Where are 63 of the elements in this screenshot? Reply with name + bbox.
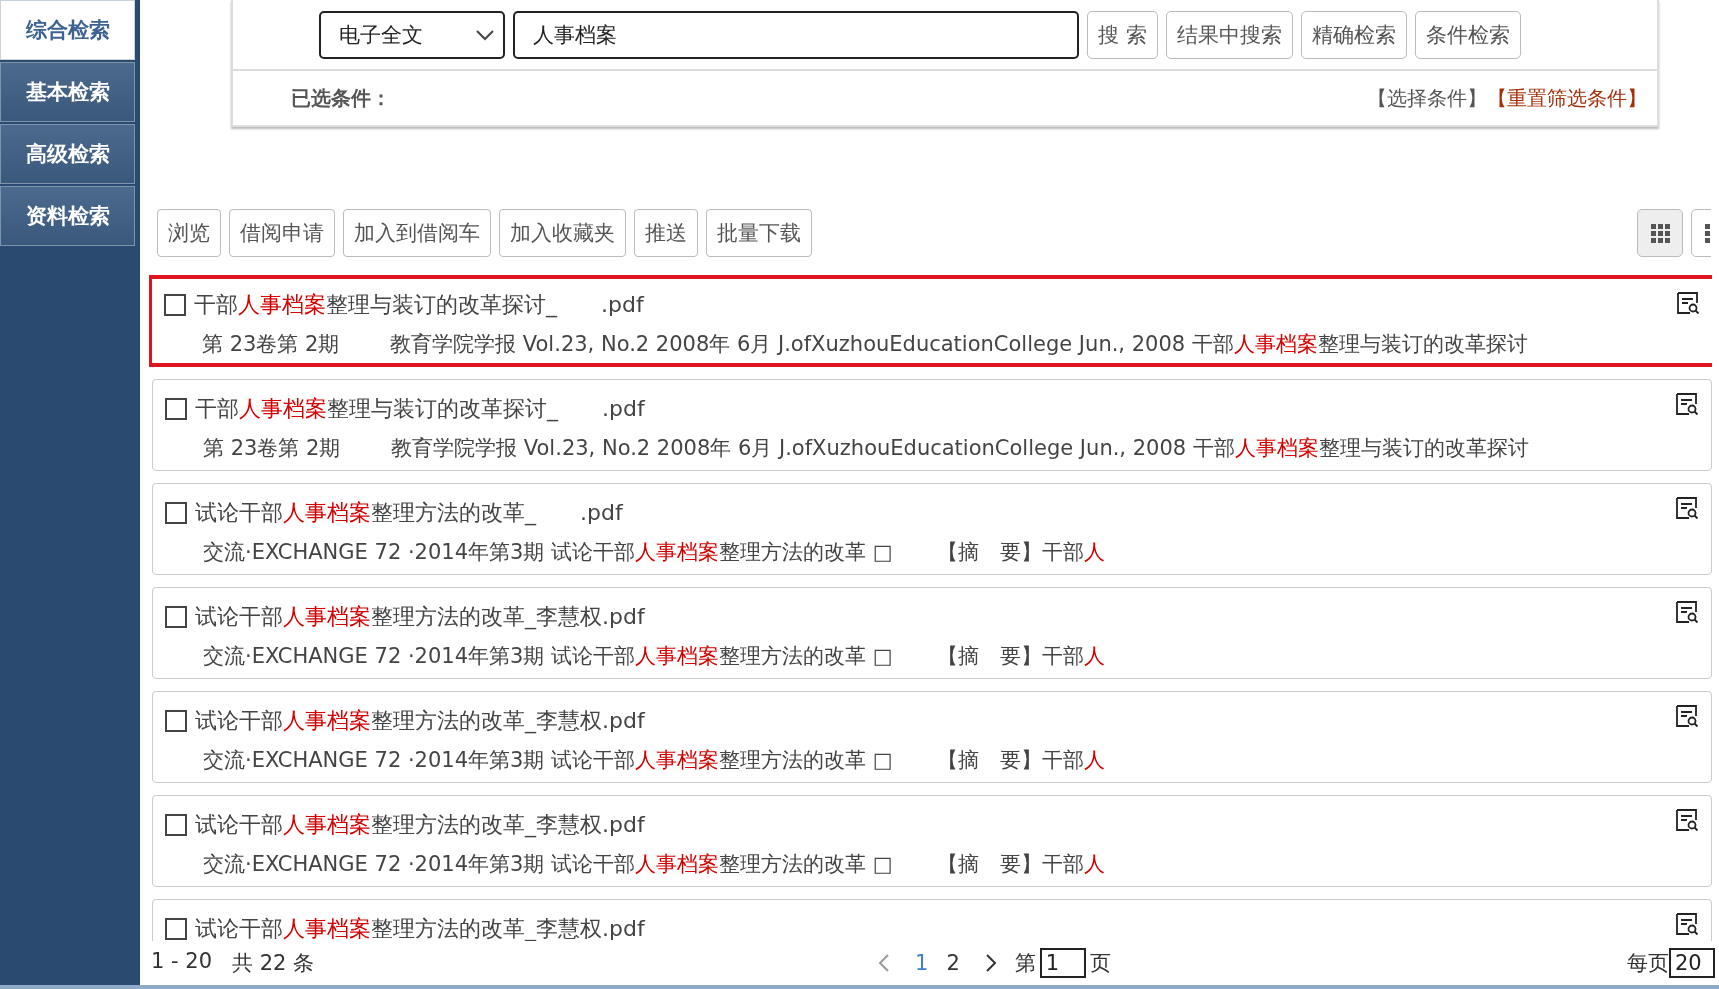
result-title[interactable]: 试论干部人事档案整理方法的改革_李慧权.pdf [195,810,645,840]
checkbox[interactable] [164,294,186,316]
search-button[interactable]: 搜 索 [1087,11,1158,59]
result-card[interactable]: 试论干部人事档案整理方法的改革_ .pdf 交流·EXCHANGE 72 ·2014年第3期 试论干部人事档案整理方法的改革 □ 【摘 要】干部人 [152,483,1712,575]
select-conditions-link[interactable]: 【选择条件】 [1367,84,1487,112]
sidebar-tab[interactable]: 高级检索 [0,124,135,184]
result-detail: 交流·EXCHANGE 72 ·2014年第3期 试论干部人事档案整理方法的改革 □ 【摘 要】干部人 [202,851,1106,878]
reset-link[interactable]: 【重置筛选条件】 [1487,84,1647,112]
result-card[interactable]: 试论干部人事档案整理方法的改革_李慧权.pdf 交流·EXCHANGE 72 ·2014年第3期 试论干部人事档案整理方法的改革 □ 【摘 要】干部人 [152,795,1712,887]
result-total: 共 22 条 [232,950,315,977]
document-search-icon[interactable] [1675,808,1699,832]
toolbar-button[interactable]: 批量下载 [706,209,812,257]
chevron-down-icon [475,29,495,41]
result-detail: 交流·EXCHANGE 72 ·2014年第3期 试论干部人事档案整理方法的改革 □ 【摘 要】干部人 [202,539,1106,566]
result-card[interactable]: 干部人事档案整理与装订的改革探讨_ .pdf 第 23卷第 2期 教育学院学报 Vol.23, No.2 2008年 6月 J.ofXuzhouEducationCollege Jun., 2008 干部人事档案整理与装订的改革探讨 [152,379,1712,471]
page-input[interactable]: 1 [1039,948,1086,978]
toolbar-button[interactable]: 推送 [634,209,698,257]
search-button[interactable]: 结果中搜索 [1165,11,1293,59]
page-suffix: 页 [1089,950,1111,977]
result-detail: 第 23卷第 2期 教育学院学报 Vol.23, No.2 2008年 6月 J.ofXuzhouEducationCollege Jun., 2008 干部人事档案整理与装订的改革探讨 [201,331,1529,358]
checkbox[interactable] [165,814,187,836]
checkbox[interactable] [165,502,187,524]
result-card[interactable]: 试论干部人事档案整理方法的改革_李慧权.pdf 交流·EXCHANGE 72 ·2014年第3期 试论干部人事档案整理方法的改革 □ 【摘 要】干部人 [152,691,1712,783]
per-page-label: 每页 [1627,950,1669,977]
conditions-label: 已选条件： [291,84,392,112]
result-range: 1 - 20 [151,949,212,975]
result-title[interactable]: 试论干部人事档案整理方法的改革_李慧权.pdf [195,706,645,736]
toolbar-button[interactable]: 借阅申请 [229,209,335,257]
search-button[interactable]: 条件检索 [1414,11,1521,59]
result-detail: 交流·EXCHANGE 72 ·2014年第3期 试论干部人事档案整理方法的改革 □ 【摘 要】干部人 [202,747,1106,774]
checkbox[interactable] [165,710,187,732]
toolbar-button[interactable]: 加入到借阅车 [343,209,491,257]
result-title[interactable]: 干部人事档案整理与装订的改革探讨_ .pdf [195,394,645,424]
result-card[interactable]: 干部人事档案整理与装订的改革探讨_ .pdf 第 23卷第 2期 教育学院学报 Vol.23, No.2 2008年 6月 J.ofXuzhouEducationCollege Jun., 2008 干部人事档案整理与装订的改革探讨 [149,275,1712,367]
checkbox[interactable] [165,606,187,628]
document-search-icon[interactable] [1675,912,1699,936]
document-search-icon[interactable] [1675,704,1699,728]
toolbar-button[interactable]: 浏览 [157,209,221,257]
sidebar-tab[interactable]: 综合检索 [0,0,135,60]
per-page-input[interactable]: 20 [1669,948,1715,978]
toolbar-button[interactable]: 加入收藏夹 [499,209,626,257]
result-detail: 第 23卷第 2期 教育学院学报 Vol.23, No.2 2008年 6月 J.ofXuzhouEducationCollege Jun., 2008 干部人事档案整理与装订的改革探讨 [202,435,1530,462]
sidebar-tab[interactable]: 资料检索 [0,186,135,246]
checkbox[interactable] [165,398,187,420]
field-select[interactable]: 电子全文 [319,11,505,59]
result-detail: 交流·EXCHANGE 72 ·2014年第3期 试论干部人事档案整理方法的改革 □ 【摘 要】干部人 [202,643,1106,670]
document-search-icon[interactable] [1675,600,1699,624]
page-link[interactable]: 1 [908,951,936,975]
result-title[interactable]: 试论干部人事档案整理方法的改革_李慧权.pdf [195,602,645,632]
sidebar-tab[interactable]: 基本检索 [0,62,135,122]
document-search-icon[interactable] [1676,291,1700,315]
document-search-icon[interactable] [1675,392,1699,416]
result-card[interactable]: 试论干部人事档案整理方法的改革_李慧权.pdf [152,899,1712,941]
result-title[interactable]: 试论干部人事档案整理方法的改革_ .pdf [195,498,623,528]
result-title[interactable]: 试论干部人事档案整理方法的改革_李慧权.pdf [195,914,645,941]
document-search-icon[interactable] [1675,496,1699,520]
result-card[interactable]: 试论干部人事档案整理方法的改革_李慧权.pdf 交流·EXCHANGE 72 ·2014年第3期 试论干部人事档案整理方法的改革 □ 【摘 要】干部人 [152,587,1712,679]
search-button[interactable]: 精确检索 [1300,11,1407,59]
search-field[interactable]: 人事档案 [513,11,1079,59]
page-prefix: 第 [1014,950,1036,977]
result-title[interactable]: 干部人事档案整理与装订的改革探讨_ .pdf [194,290,644,320]
checkbox[interactable] [165,918,187,940]
page-link[interactable]: 2 [939,951,967,975]
